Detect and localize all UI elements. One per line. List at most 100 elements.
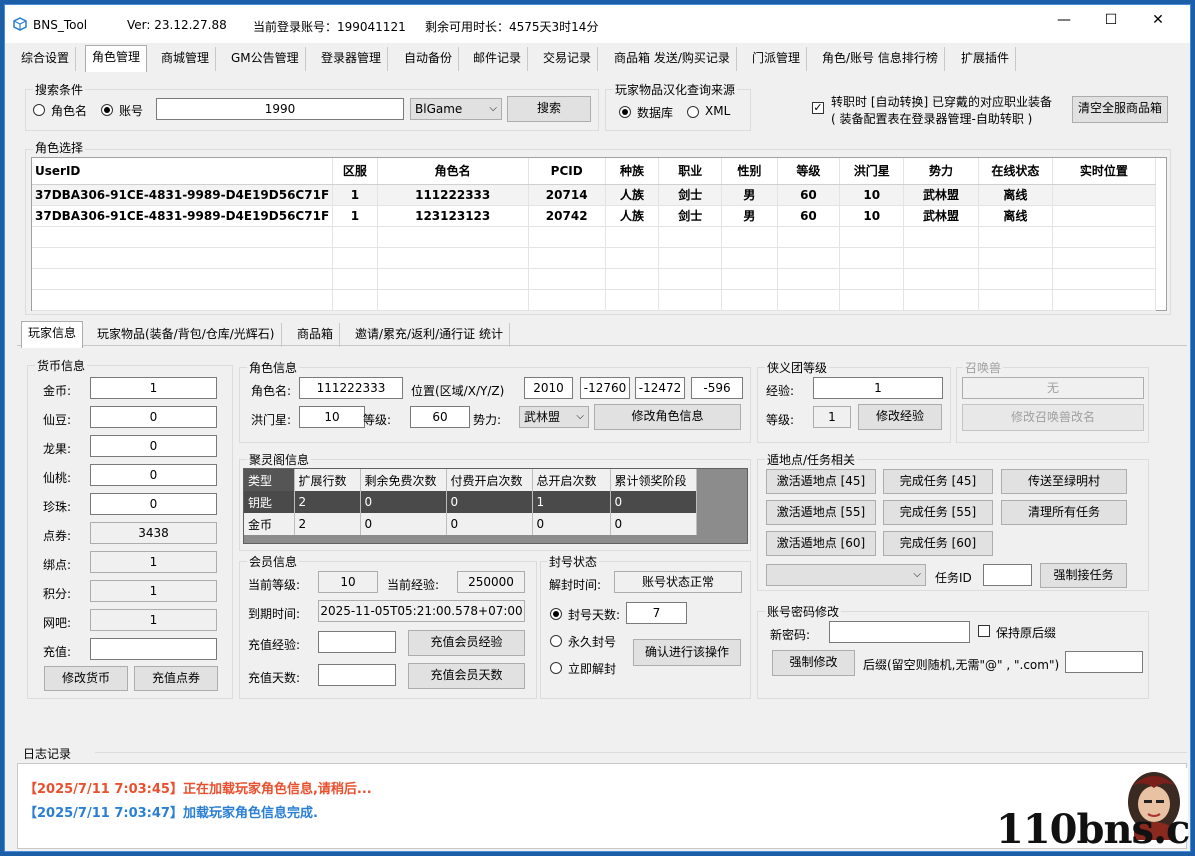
force-select[interactable]: 武林盟 ⌵ (519, 406, 589, 428)
tab-player-info[interactable]: 玩家信息 (21, 321, 84, 348)
suffix-input[interactable] (1065, 651, 1143, 673)
tab-trade-log[interactable]: 交易记录 (537, 47, 599, 71)
tab-clan[interactable]: 门派管理 (746, 47, 808, 71)
complete-55-button[interactable]: 完成任务 [55] (883, 500, 993, 525)
search-button[interactable]: 搜索 (507, 96, 591, 122)
table-row[interactable]: 金币 2 0 0 0 0 (244, 513, 697, 535)
tab-general-settings[interactable]: 综合设置 (15, 47, 77, 71)
table-row[interactable]: 钥匙 2 0 0 1 0 (244, 491, 697, 513)
new-password-input[interactable] (829, 621, 970, 643)
level-input[interactable]: 60 (410, 406, 470, 428)
close-button[interactable]: ✕ (1135, 5, 1181, 35)
juling-grid[interactable]: 类型 扩展行数 剩余免费次数 付费开启次数 总开启次数 累计领奖阶段 钥匙 2 … (244, 469, 697, 535)
col-server[interactable]: 区服 (332, 158, 378, 185)
col-role-name[interactable]: 角色名 (377, 158, 529, 185)
dianquan-label: 点券: (43, 529, 72, 543)
jifen-field: 1 (90, 580, 217, 602)
role-grid[interactable]: UserID 区服 角色名 PCID 种族 职业 性别 等级 洪门星 势力 在线… (32, 158, 1157, 311)
modify-currency-button[interactable]: 修改货币 (44, 666, 128, 691)
longguo-input[interactable]: 0 (90, 435, 217, 457)
maximize-button[interactable]: ☐ (1088, 5, 1134, 35)
radio-role-name[interactable] (33, 104, 45, 116)
col-class[interactable]: 职业 (658, 158, 723, 185)
modify-role-button[interactable]: 修改角色信息 (594, 404, 741, 430)
tab-player-items[interactable]: 玩家物品(装备/背包/仓库/光辉石) (91, 323, 282, 347)
rename-summon-button[interactable]: 修改召唤兽改名 (962, 404, 1144, 431)
complete-60-button[interactable]: 完成任务 [60] (883, 531, 993, 556)
guild-exp-input[interactable]: 1 (813, 377, 943, 399)
server-select[interactable]: BlGame ⌵ (410, 98, 502, 120)
gold-input[interactable]: 1 (90, 377, 217, 399)
force-modify-button[interactable]: 强制修改 (772, 650, 855, 676)
auto-convert-checkbox[interactable]: ✓ (812, 102, 824, 114)
radio-xml[interactable] (687, 106, 699, 118)
complete-45-button[interactable]: 完成任务 [45] (883, 469, 993, 494)
charge-days-input[interactable] (318, 664, 396, 686)
log-panel[interactable]: 【2025/7/11 7:03:45】正在加载玩家角色信息,请稍后... 【20… (17, 763, 1190, 851)
radio-account[interactable] (101, 104, 113, 116)
tab-item-box-log[interactable]: 商品箱 发送/购买记录 (608, 47, 737, 71)
col-level[interactable]: 等级 (777, 158, 841, 185)
force-task-button[interactable]: 强制接任务 (1040, 563, 1127, 588)
table-row[interactable]: 37DBA306-91CE-4831-9989-D4E19D56C71F 1 1… (32, 205, 1157, 227)
activate-45-button[interactable]: 激活遁地点 [45] (766, 469, 876, 494)
star-label: 洪门星: (251, 413, 292, 427)
zhenzhu-input[interactable]: 0 (90, 493, 217, 515)
col-total-open: 总开启次数 (532, 469, 611, 491)
col-race[interactable]: 种族 (605, 158, 660, 185)
xiandou-input[interactable]: 0 (90, 406, 217, 428)
tab-stats[interactable]: 邀请/累充/返利/通行证 统计 (349, 323, 510, 347)
pos-x-input[interactable]: -12760 (580, 377, 630, 399)
col-location[interactable]: 实时位置 (1052, 158, 1157, 185)
charge-exp-input[interactable] (318, 631, 396, 653)
radio-ban-permanent-label: 永久封号 (568, 635, 617, 649)
col-online[interactable]: 在线状态 (978, 158, 1053, 185)
tab-mall-management[interactable]: 商城管理 (155, 47, 217, 71)
tab-auto-backup[interactable]: 自动备份 (398, 47, 460, 71)
col-pcid[interactable]: PCID (528, 158, 606, 185)
col-gender[interactable]: 性别 (721, 158, 778, 185)
tab-mail-log[interactable]: 邮件记录 (467, 47, 529, 71)
table-row[interactable]: 37DBA306-91CE-4831-9989-D4E19D56C71F 1 1… (32, 184, 1157, 206)
radio-ban-permanent[interactable] (550, 635, 562, 647)
tab-role-management[interactable]: 角色管理 (85, 45, 148, 72)
col-force[interactable]: 势力 (903, 158, 979, 185)
modify-exp-button[interactable]: 修改经验 (858, 404, 942, 430)
radio-ban-days[interactable] (550, 608, 562, 620)
minimize-button[interactable]: — (1041, 5, 1087, 35)
search-input[interactable]: 1990 (156, 98, 404, 120)
col-star[interactable]: 洪门星 (839, 158, 905, 185)
tab-launcher[interactable]: 登录器管理 (315, 47, 389, 71)
radio-database[interactable] (619, 106, 631, 118)
tab-gm-notice[interactable]: GM公告管理 (225, 47, 306, 71)
tab-plugins[interactable]: 扩展插件 (955, 47, 1017, 71)
charge-exp-button[interactable]: 充值会员经验 (408, 630, 525, 656)
pos-y-input[interactable]: -12472 (635, 377, 685, 399)
radio-unban-now[interactable] (550, 662, 562, 674)
cell-type: 金币 (244, 513, 295, 535)
teleport-button[interactable]: 传送至绿明村 (1001, 469, 1127, 494)
task-select[interactable]: ⌵ (766, 564, 926, 586)
col-userid[interactable]: UserID (32, 158, 334, 185)
tab-item-box[interactable]: 商品箱 (291, 323, 341, 347)
clear-item-box-button[interactable]: 清空全服商品箱 (1072, 96, 1168, 123)
tab-ranking[interactable]: 角色/账号 信息排行榜 (816, 47, 945, 71)
activate-60-button[interactable]: 激活遁地点 [60] (766, 531, 876, 556)
auto-convert-note: ( 装备配置表在登录器管理-自助转职 ) (831, 112, 1033, 126)
xiantao-input[interactable]: 0 (90, 464, 217, 486)
clear-tasks-button[interactable]: 清理所有任务 (1001, 500, 1127, 525)
role-grid-header: UserID 区服 角色名 PCID 种族 职业 性别 等级 洪门星 势力 在线… (32, 158, 1157, 185)
activate-55-button[interactable]: 激活遁地点 [55] (766, 500, 876, 525)
recharge-points-button[interactable]: 充值点券 (134, 666, 218, 691)
log-line: 【2025/7/11 7:03:45】正在加载玩家角色信息,请稍后... (24, 782, 372, 797)
region-input[interactable]: 2010 (524, 377, 573, 399)
task-id-input[interactable] (983, 564, 1032, 586)
charge-days-button[interactable]: 充值会员天数 (408, 663, 525, 689)
keep-suffix-checkbox[interactable] (978, 625, 990, 637)
star-input[interactable]: 10 (299, 406, 365, 428)
recharge-input[interactable] (90, 638, 217, 660)
confirm-ban-button[interactable]: 确认进行该操作 (633, 639, 741, 666)
pos-z-input[interactable]: -596 (691, 377, 743, 399)
role-name-input[interactable]: 111222333 (299, 377, 403, 399)
ban-days-input[interactable]: 7 (626, 602, 687, 624)
